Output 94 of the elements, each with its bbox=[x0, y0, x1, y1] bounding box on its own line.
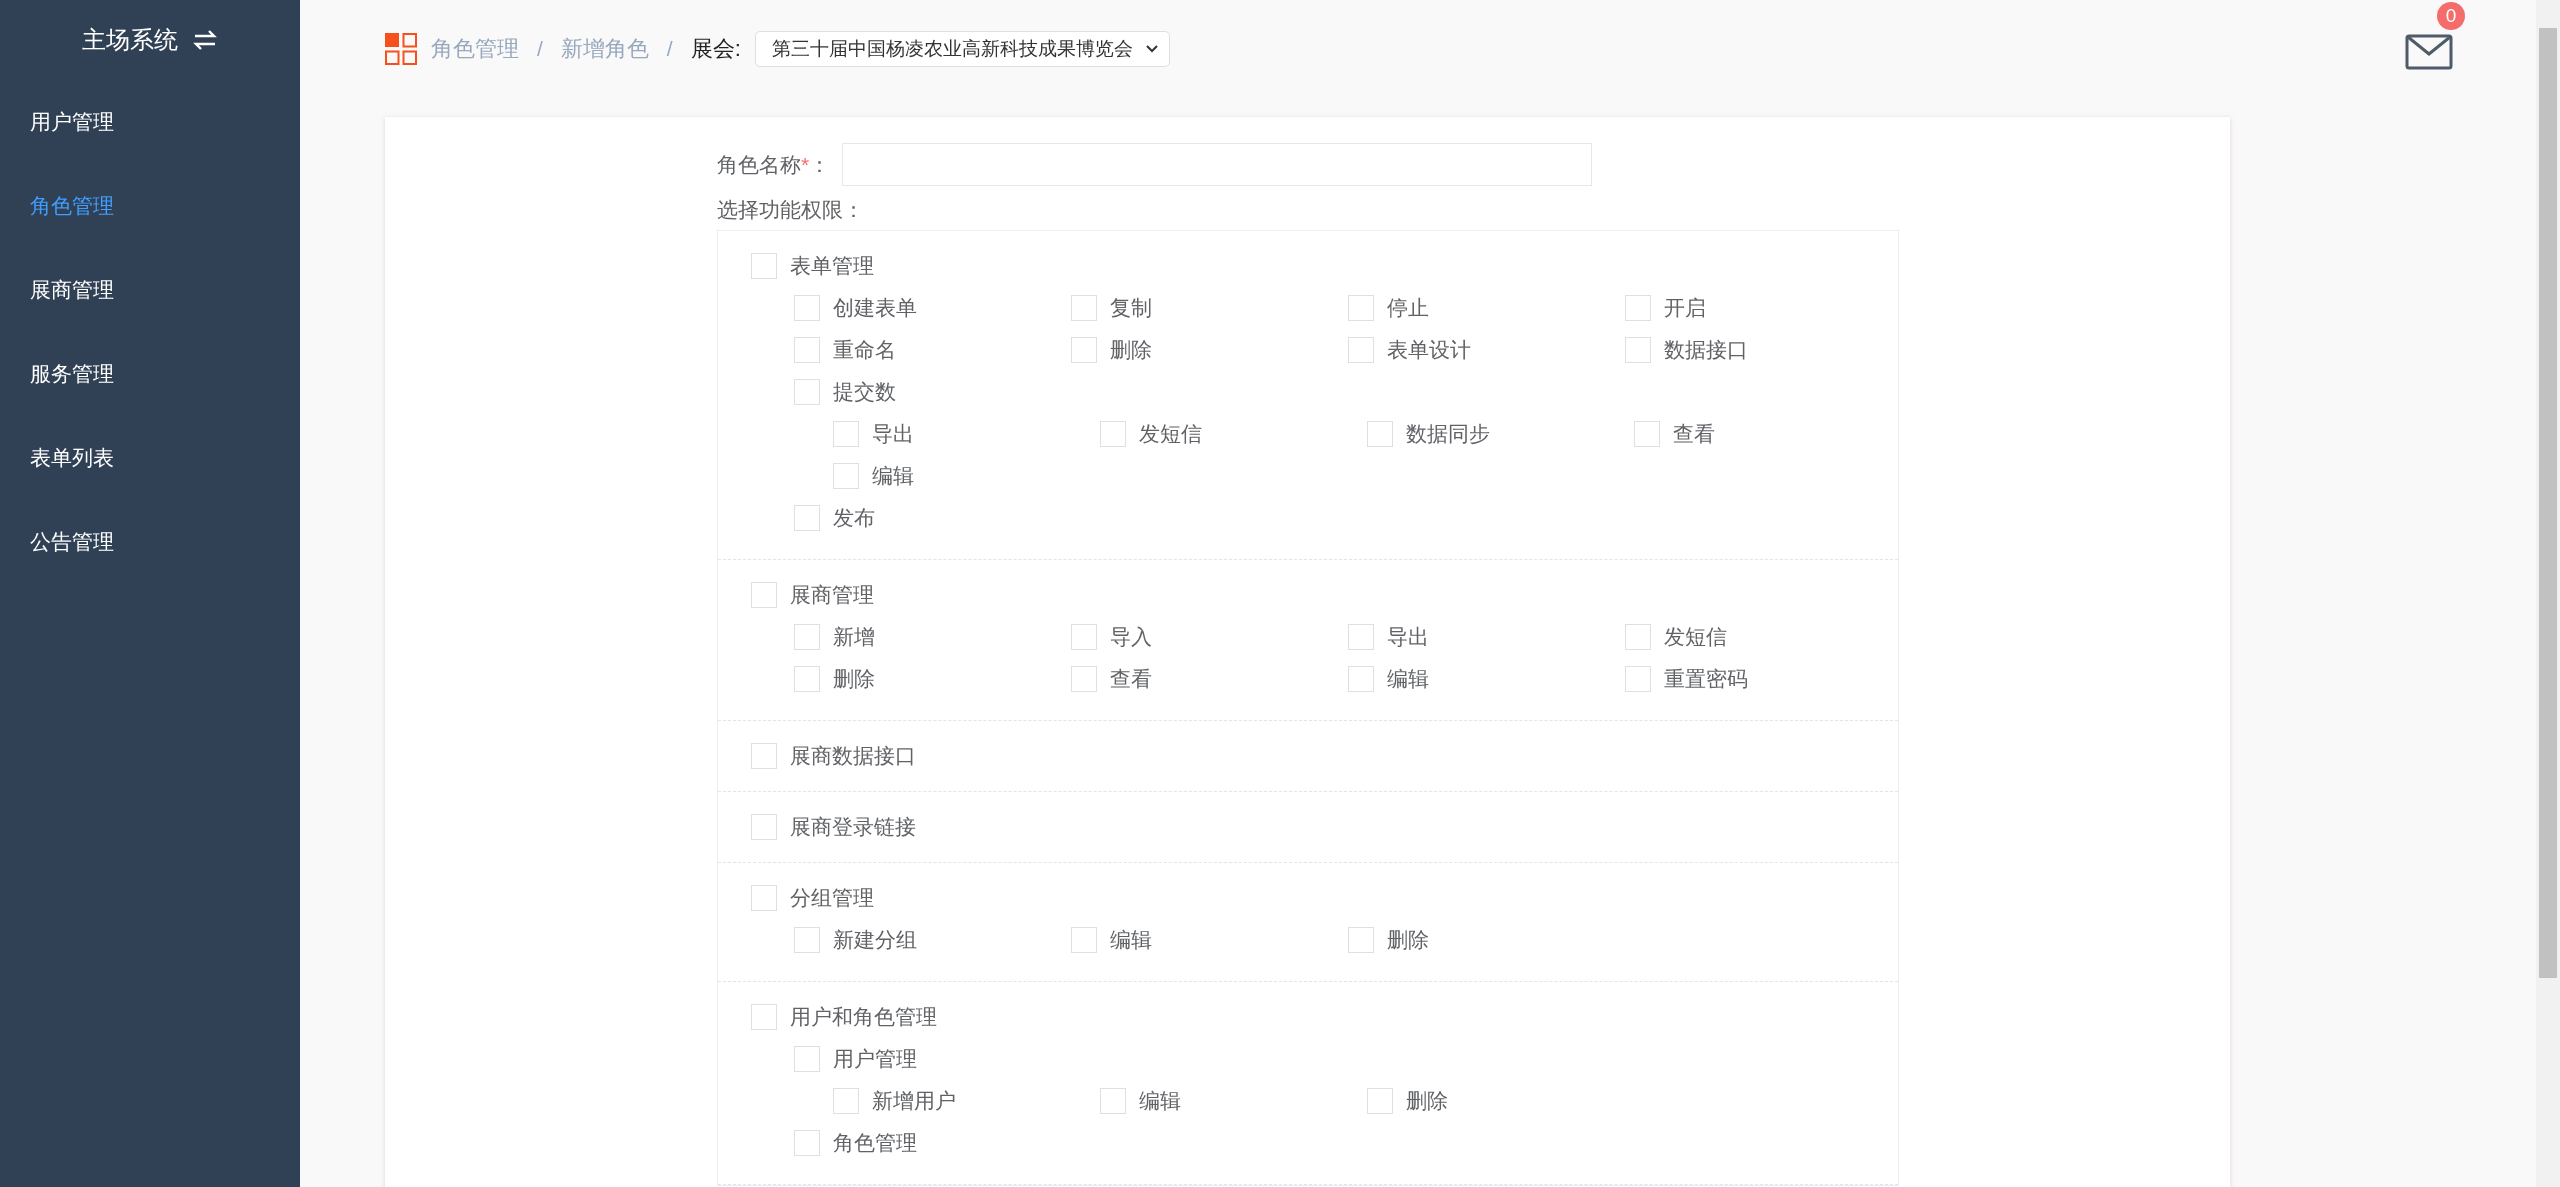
checkbox[interactable] bbox=[1071, 666, 1097, 692]
checkbox[interactable] bbox=[794, 927, 820, 953]
breadcrumb-separator: / bbox=[536, 36, 544, 61]
chevron-icon bbox=[1144, 43, 1159, 54]
checkbox[interactable] bbox=[794, 505, 820, 531]
sidebar-item[interactable]: 服务管理 bbox=[0, 332, 300, 416]
checkbox-label: 发短信 bbox=[1139, 421, 1202, 447]
checkbox-label: 提交数 bbox=[833, 379, 896, 405]
checkbox-label: 新增 bbox=[833, 624, 875, 650]
permissions-label: 选择功能权限： bbox=[717, 197, 865, 223]
checkbox[interactable] bbox=[1634, 421, 1660, 447]
checkbox-label: 发短信 bbox=[1664, 624, 1727, 650]
checkbox-label: 重置密码 bbox=[1664, 666, 1748, 692]
checkbox[interactable] bbox=[794, 666, 820, 692]
checkbox-label: 停止 bbox=[1387, 295, 1429, 321]
checkbox[interactable] bbox=[751, 1004, 777, 1030]
checkbox-label: 删除 bbox=[1110, 337, 1152, 363]
checkbox[interactable] bbox=[751, 814, 777, 840]
checkbox-label: 分组管理 bbox=[790, 885, 874, 911]
checkbox[interactable] bbox=[1071, 624, 1097, 650]
checkbox-label: 删除 bbox=[1406, 1088, 1448, 1114]
breadcrumb-separator: / bbox=[665, 36, 674, 61]
checkbox[interactable] bbox=[1100, 421, 1126, 447]
checkbox[interactable] bbox=[1348, 295, 1374, 321]
role-name-field[interactable] bbox=[842, 143, 1593, 186]
checkbox[interactable] bbox=[1348, 666, 1374, 692]
checkbox-label: 编辑 bbox=[872, 463, 914, 489]
checkbox[interactable] bbox=[794, 1130, 820, 1156]
checkbox[interactable] bbox=[1071, 295, 1097, 321]
sidebar-item[interactable]: 公告管理 bbox=[0, 500, 300, 584]
checkbox-label: 删除 bbox=[833, 666, 875, 692]
switch-icon[interactable] bbox=[192, 29, 218, 51]
checkbox-label: 查看 bbox=[1110, 666, 1152, 692]
checkbox[interactable] bbox=[1625, 295, 1651, 321]
checkbox[interactable] bbox=[1100, 1088, 1126, 1114]
sidebar-item[interactable]: 表单列表 bbox=[0, 416, 300, 500]
checkbox[interactable] bbox=[794, 1046, 820, 1072]
checkbox-label: 删除 bbox=[1387, 927, 1429, 953]
checkbox-label: 展商数据接口 bbox=[790, 743, 916, 769]
checkbox[interactable] bbox=[751, 582, 777, 608]
checkbox-label: 数据同步 bbox=[1406, 421, 1490, 447]
role-name-label: 角色名称*： bbox=[717, 151, 831, 178]
checkbox[interactable] bbox=[833, 463, 859, 489]
sidebar-item[interactable]: 角色管理 bbox=[0, 164, 300, 248]
checkbox-label: 展商管理 bbox=[790, 582, 874, 608]
checkbox-label: 创建表单 bbox=[833, 295, 917, 321]
checkbox[interactable] bbox=[1625, 337, 1651, 363]
checkbox-label: 开启 bbox=[1664, 295, 1706, 321]
grid-icon bbox=[385, 32, 417, 65]
checkbox-label: 表单设计 bbox=[1387, 337, 1471, 363]
sidebar-item[interactable]: 用户管理 bbox=[0, 80, 300, 164]
checkbox[interactable] bbox=[794, 624, 820, 650]
checkbox-label: 编辑 bbox=[1110, 927, 1152, 953]
expo-select[interactable]: 第三十届中国杨凌农业高新科技成果博览会 bbox=[754, 30, 1170, 67]
checkbox[interactable] bbox=[1348, 927, 1374, 953]
checkbox-label: 新建分组 bbox=[833, 927, 917, 953]
checkbox-label: 展商登录链接 bbox=[790, 814, 916, 840]
checkbox-label: 角色管理 bbox=[833, 1130, 917, 1156]
checkbox[interactable] bbox=[1348, 337, 1374, 363]
checkbox[interactable] bbox=[1625, 666, 1651, 692]
checkbox[interactable] bbox=[1071, 927, 1097, 953]
checkbox-label: 复制 bbox=[1110, 295, 1152, 321]
checkbox[interactable] bbox=[833, 421, 859, 447]
checkbox[interactable] bbox=[833, 1088, 859, 1114]
checkbox-label: 导出 bbox=[872, 421, 914, 447]
checkbox[interactable] bbox=[1367, 421, 1393, 447]
checkbox-label: 发布 bbox=[833, 505, 875, 531]
checkbox-label: 查看 bbox=[1673, 421, 1715, 447]
checkbox[interactable] bbox=[751, 885, 777, 911]
scrollbar[interactable] bbox=[2536, 0, 2560, 1187]
expo-label: 展会: bbox=[690, 34, 741, 63]
sidebar-item[interactable]: 展商管理 bbox=[0, 248, 300, 332]
checkbox[interactable] bbox=[751, 743, 777, 769]
checkbox-label: 重命名 bbox=[833, 337, 896, 363]
checkbox-label: 编辑 bbox=[1139, 1088, 1181, 1114]
checkbox-label: 导入 bbox=[1110, 624, 1152, 650]
checkbox-label: 用户管理 bbox=[833, 1046, 917, 1072]
checkbox-label: 导出 bbox=[1387, 624, 1429, 650]
mail-icon[interactable] bbox=[2405, 34, 2453, 70]
checkbox[interactable] bbox=[751, 253, 777, 279]
checkbox-label: 数据接口 bbox=[1664, 337, 1748, 363]
checkbox-label: 表单管理 bbox=[790, 253, 874, 279]
checkbox[interactable] bbox=[1625, 624, 1651, 650]
checkbox-label: 编辑 bbox=[1387, 666, 1429, 692]
checkbox[interactable] bbox=[1367, 1088, 1393, 1114]
checkbox[interactable] bbox=[794, 295, 820, 321]
checkbox-label: 用户和角色管理 bbox=[790, 1004, 937, 1030]
system-title: 主场系统 bbox=[82, 25, 178, 55]
checkbox[interactable] bbox=[1348, 624, 1374, 650]
checkbox-label: 新增用户 bbox=[872, 1088, 956, 1114]
checkbox[interactable] bbox=[794, 379, 820, 405]
checkbox[interactable] bbox=[1071, 337, 1097, 363]
checkbox[interactable] bbox=[794, 337, 820, 363]
notification-badge: 0 bbox=[2437, 2, 2465, 30]
